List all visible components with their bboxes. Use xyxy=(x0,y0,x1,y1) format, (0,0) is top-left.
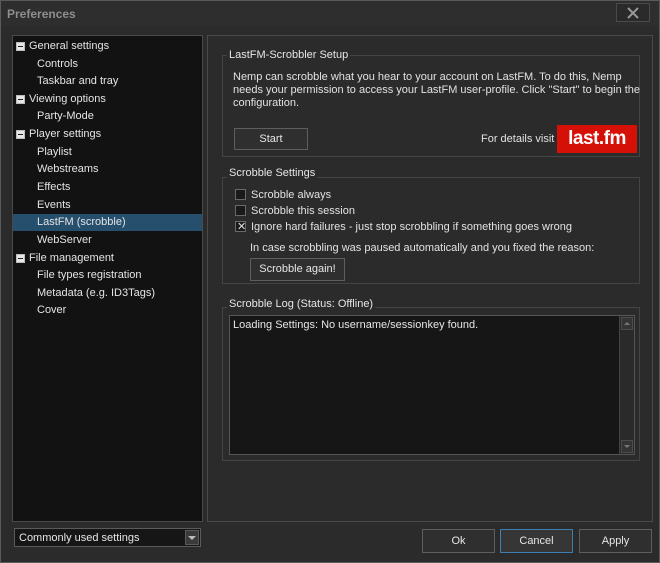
tree-item-webserver[interactable]: WebServer xyxy=(13,232,202,249)
lastfm-logo-link[interactable]: last.fm xyxy=(557,125,637,153)
ignore-failures-checkbox[interactable]: ✕ xyxy=(235,221,247,233)
close-button[interactable] xyxy=(616,3,650,22)
title-bar: Preferences xyxy=(1,1,659,26)
scrobble-log-text: Loading Settings: No username/sessionkey… xyxy=(233,319,479,331)
scroll-down-icon[interactable] xyxy=(621,440,633,453)
tree-item-general-settings[interactable]: General settings xyxy=(13,38,202,55)
tree-item-party-mode[interactable]: Party-Mode xyxy=(13,108,202,125)
ok-button[interactable]: Ok xyxy=(422,529,495,553)
scrobble-settings-title: Scrobble Settings xyxy=(227,167,318,179)
collapse-icon[interactable] xyxy=(16,95,25,104)
tree-item-file-management[interactable]: File management xyxy=(13,250,202,267)
scrobble-always-label: Scrobble always xyxy=(251,189,332,201)
close-icon xyxy=(627,6,639,19)
collapse-icon[interactable] xyxy=(16,42,25,51)
scrobble-log-textarea[interactable]: Loading Settings: No username/sessionkey… xyxy=(229,315,635,455)
tree-item-webstreams[interactable]: Webstreams xyxy=(13,161,202,178)
details-label: For details visit xyxy=(481,133,555,145)
scrobble-session-checkbox[interactable] xyxy=(235,205,246,216)
tree-item-playlist[interactable]: Playlist xyxy=(13,144,202,161)
lastfm-logo-text: last.fm xyxy=(568,128,626,149)
tree-item-events[interactable]: Events xyxy=(13,197,202,214)
scrobble-again-button[interactable]: Scrobble again! xyxy=(250,258,345,281)
scrobble-log-title: Scrobble Log (Status: Offline) xyxy=(227,298,376,310)
preferences-window: Preferences General settings Controls Ta… xyxy=(0,0,660,563)
setup-description-line-1: Nemp can scrobble what you hear to your … xyxy=(233,71,622,83)
tree-item-controls[interactable]: Controls xyxy=(13,56,202,73)
tree-item-effects[interactable]: Effects xyxy=(13,179,202,196)
settings-filter-select[interactable]: Commonly used settings xyxy=(14,528,201,547)
paused-info-text: In case scrobbling was paused automatica… xyxy=(250,242,595,254)
tree-item-file-types-registration[interactable]: File types registration xyxy=(13,267,202,284)
scrobble-always-checkbox[interactable] xyxy=(235,189,246,200)
setup-description-line-2: needs your permission to access your Las… xyxy=(233,84,641,96)
ignore-failures-label: Ignore hard failures - just stop scrobbl… xyxy=(251,221,573,233)
check-icon: ✕ xyxy=(237,221,247,233)
scroll-up-icon[interactable] xyxy=(621,317,633,330)
window-title: Preferences xyxy=(7,7,76,21)
setup-group-title: LastFM-Scrobbler Setup xyxy=(227,49,351,61)
tree-item-viewing-options[interactable]: Viewing options xyxy=(13,91,202,108)
tree-item-metadata[interactable]: Metadata (e.g. ID3Tags) xyxy=(13,285,202,302)
collapse-icon[interactable] xyxy=(16,254,25,263)
collapse-icon[interactable] xyxy=(16,130,25,139)
scrobble-session-label: Scrobble this session xyxy=(251,205,355,217)
setup-description-line-3: configuration. xyxy=(233,97,300,109)
apply-button[interactable]: Apply xyxy=(579,529,652,553)
tree-item-lastfm-scrobble[interactable]: LastFM (scrobble) xyxy=(13,214,202,231)
tree-item-cover[interactable]: Cover xyxy=(13,302,202,319)
chevron-down-icon[interactable] xyxy=(185,530,199,545)
tree-item-taskbar-and-tray[interactable]: Taskbar and tray xyxy=(13,73,202,90)
settings-content: LastFM-Scrobbler Setup Nemp can scrobble… xyxy=(207,35,653,522)
start-button[interactable]: Start xyxy=(234,128,308,150)
cancel-button[interactable]: Cancel xyxy=(500,529,573,553)
tree-item-player-settings[interactable]: Player settings xyxy=(13,126,202,143)
log-scrollbar[interactable] xyxy=(619,316,634,454)
settings-filter-value: Commonly used settings xyxy=(19,532,140,544)
settings-tree[interactable]: General settings Controls Taskbar and tr… xyxy=(12,35,203,522)
